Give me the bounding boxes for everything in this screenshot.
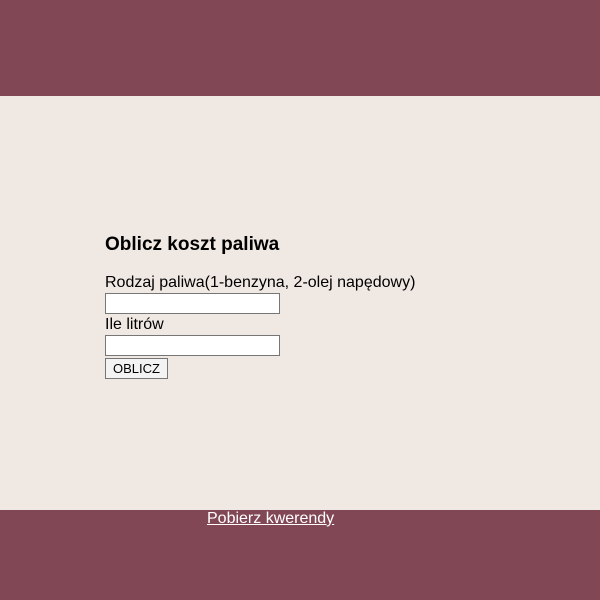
fuel-cost-form: Oblicz koszt paliwa Rodzaj paliwa(1-benz… bbox=[105, 234, 525, 379]
download-queries-link[interactable]: Pobierz kwerendy bbox=[207, 509, 334, 528]
liters-input[interactable] bbox=[105, 335, 280, 356]
liters-label: Ile litrów bbox=[105, 316, 164, 333]
calculate-button[interactable]: OBLICZ bbox=[105, 358, 168, 379]
form-title: Oblicz koszt paliwa bbox=[105, 234, 280, 255]
fuel-type-input[interactable] bbox=[105, 293, 280, 314]
header-band bbox=[0, 0, 600, 96]
fuel-type-label: Rodzaj paliwa(1-benzyna, 2-olej napędowy… bbox=[105, 274, 416, 291]
